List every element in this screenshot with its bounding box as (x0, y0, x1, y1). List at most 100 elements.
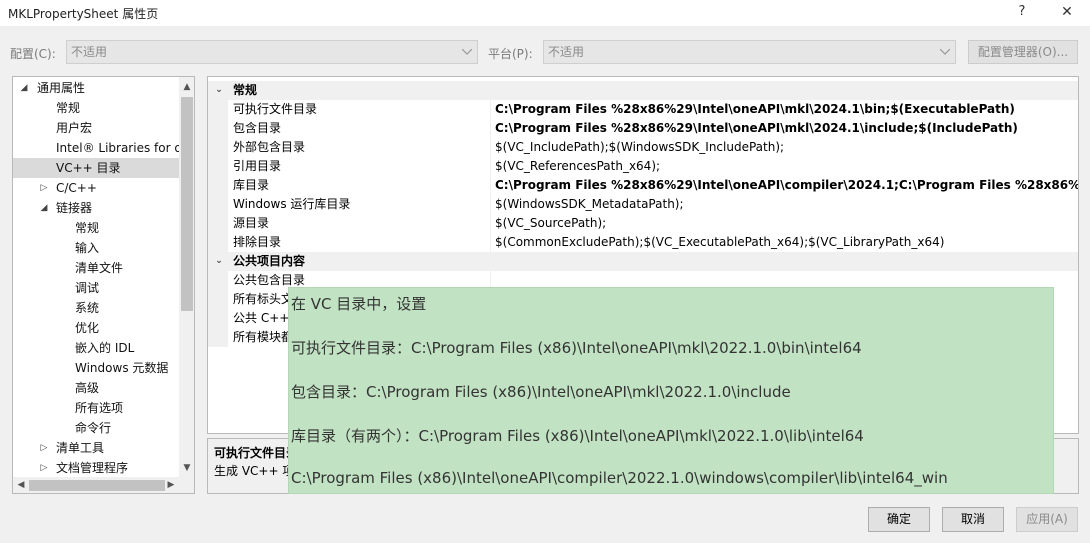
tree-item[interactable]: ▷ 清单工具 (13, 438, 179, 458)
tree-item[interactable]: 常规 (13, 218, 179, 238)
property-value[interactable]: C:\Program Files %28x86%29\Intel\oneAPI\… (495, 100, 1078, 119)
scroll-down-icon[interactable]: ▼ (179, 460, 194, 476)
apply-button[interactable]: 应用(A) (1016, 507, 1078, 532)
property-value[interactable]: $(CommonExcludePath);$(VC_ExecutablePath… (495, 233, 1078, 252)
collapsed-icon[interactable]: ▷ (39, 458, 49, 478)
column-divider[interactable] (490, 119, 491, 138)
collapse-icon[interactable]: ⌄ (214, 81, 224, 100)
property-name: 可执行文件目录 (233, 102, 318, 116)
scroll-up-icon[interactable]: ▲ (179, 79, 194, 95)
platform-combo-value: 不适用 (548, 45, 585, 59)
tree-item[interactable]: 输入 (13, 238, 179, 258)
property-row[interactable]: 外部包含目录 $(VC_IncludePath);$(WindowsSDK_Inc… (208, 138, 1078, 157)
annotation-note: 在 VC 目录中，设置 可执行文件目录：C:\Program Files (x8… (288, 287, 1054, 494)
collapse-icon[interactable]: ⌄ (214, 252, 224, 271)
tree-item[interactable]: 系统 (13, 298, 179, 318)
platform-combo[interactable]: 不适用 (543, 40, 956, 64)
ok-button[interactable]: 确定 (868, 507, 930, 532)
tree-item-label: 高级 (75, 381, 100, 395)
column-divider[interactable] (490, 138, 491, 157)
tree-item[interactable]: ◢ 链接器 (13, 198, 179, 218)
scroll-right-icon[interactable]: ▶ (163, 477, 179, 493)
property-row[interactable]: Windows 运行库目录 $(WindowsSDK_MetadataPath); (208, 195, 1078, 214)
note-line: 可执行文件目录：C:\Program Files (x86)\Intel\one… (291, 339, 862, 357)
help-button[interactable]: ? (1012, 2, 1032, 22)
config-combo-value: 不适用 (71, 45, 108, 59)
cancel-button[interactable]: 取消 (942, 507, 1004, 532)
tree-item-label: 用户宏 (56, 121, 93, 135)
property-name: 包含目录 (233, 121, 282, 135)
column-divider[interactable] (490, 157, 491, 176)
tree-item[interactable]: Intel® Libraries for oneAPI (13, 138, 179, 158)
tree-item[interactable]: 用户宏 (13, 118, 179, 138)
property-value[interactable]: $(VC_IncludePath);$(WindowsSDK_IncludePa… (495, 138, 1078, 157)
property-row[interactable]: 排除目录 $(CommonExcludePath);$(VC_Executable… (208, 233, 1078, 252)
tree-item[interactable]: Windows 元数据 (13, 358, 179, 378)
property-row[interactable]: 可执行文件目录 C:\Program Files %28x86%29\Intel\… (208, 100, 1078, 119)
tree-item[interactable]: 常规 (13, 98, 179, 118)
row-gutter (208, 138, 228, 157)
expanded-icon[interactable]: ◢ (19, 78, 29, 98)
property-row[interactable]: 引用目录 $(VC_ReferencesPath_x64); (208, 157, 1078, 176)
property-value[interactable]: C:\Program Files %28x86%29\Intel\oneAPI\… (495, 119, 1078, 138)
tree-item-label: 系统 (75, 301, 100, 315)
tree-hscroll-thumb[interactable] (29, 480, 165, 491)
scroll-left-icon[interactable]: ◀ (13, 477, 29, 493)
property-name: 外部包含目录 (233, 140, 306, 154)
tree-item-label: 清单工具 (56, 441, 105, 455)
property-value[interactable]: $(VC_SourcePath); (495, 214, 1078, 233)
property-tree[interactable]: ◢通用属性常规用户宏Intel® Libraries for oneAPIVC+… (12, 76, 195, 494)
tree-item-label: 清单文件 (75, 261, 124, 275)
tree-item-label: 优化 (75, 321, 100, 335)
tree-item[interactable]: ◢ 通用属性 (13, 78, 179, 98)
collapsed-icon[interactable]: ▷ (39, 178, 49, 198)
tree-item[interactable]: 高级 (13, 378, 179, 398)
note-line: 在 VC 目录中，设置 (291, 295, 427, 313)
expanded-icon[interactable]: ◢ (39, 198, 49, 218)
column-divider[interactable] (490, 176, 491, 195)
collapsed-icon[interactable]: ▷ (39, 438, 49, 458)
property-name: 库目录 (233, 178, 270, 192)
config-combo[interactable]: 不适用 (66, 40, 478, 64)
property-value[interactable]: C:\Program Files %28x86%29\Intel\oneAPI\… (495, 176, 1078, 195)
tree-item[interactable]: 所有选项 (13, 398, 179, 418)
property-row[interactable]: 包含目录 C:\Program Files %28x86%29\Intel\one… (208, 119, 1078, 138)
tree-horizontal-scrollbar[interactable]: ◀ ▶ (13, 477, 194, 493)
row-gutter (208, 195, 228, 214)
column-divider[interactable] (490, 233, 491, 252)
note-line: 库目录（有两个）：C:\Program Files (x86)\Intel\on… (291, 427, 864, 445)
chevron-down-icon (461, 41, 473, 63)
column-divider[interactable] (490, 100, 491, 119)
property-name: 源目录 (233, 216, 270, 230)
column-divider[interactable] (490, 214, 491, 233)
property-row[interactable]: 源目录 $(VC_SourcePath); (208, 214, 1078, 233)
tree-item[interactable]: ▷ 文档管理程序 (13, 458, 179, 478)
tree-vertical-scrollbar[interactable]: ▲ ▼ (179, 77, 194, 477)
tree-item[interactable]: 优化 (13, 318, 179, 338)
tree-item-label: Intel® Libraries for oneAPI (56, 141, 179, 155)
property-value[interactable]: $(WindowsSDK_MetadataPath); (495, 195, 1078, 214)
property-row[interactable]: 库目录 C:\Program Files %28x86%29\Intel\oneA… (208, 176, 1078, 195)
tree-item-label: 通用属性 (37, 81, 86, 95)
tree-scroll-thumb[interactable] (181, 97, 193, 311)
row-gutter (208, 214, 228, 233)
tree-item[interactable]: 清单文件 (13, 258, 179, 278)
tree-item[interactable]: VC++ 目录 (13, 158, 179, 178)
column-divider[interactable] (490, 195, 491, 214)
close-button[interactable]: ✕ (1055, 2, 1079, 22)
tree-item[interactable]: ▷ C/C++ (13, 178, 179, 198)
category-general[interactable]: ⌄ 常规 (208, 81, 1078, 100)
row-gutter (208, 309, 228, 328)
tree-item[interactable]: 调试 (13, 278, 179, 298)
row-gutter (208, 233, 228, 252)
tree-item[interactable]: 嵌入的 IDL (13, 338, 179, 358)
description-title: 可执行文件目录 (214, 446, 299, 460)
property-name: Windows 运行库目录 (233, 197, 351, 211)
tree-item[interactable]: 命令行 (13, 418, 179, 438)
title-bar: MKLPropertySheet 属性页 ? ✕ (0, 0, 1090, 26)
property-value[interactable]: $(VC_ReferencesPath_x64); (495, 157, 1078, 176)
configuration-manager-button[interactable]: 配置管理器(O)... (968, 40, 1078, 64)
category-public[interactable]: ⌄ 公共项目内容 (208, 252, 1078, 271)
tree-item-label: 常规 (56, 101, 81, 115)
tree-item-label: 嵌入的 IDL (75, 341, 135, 355)
